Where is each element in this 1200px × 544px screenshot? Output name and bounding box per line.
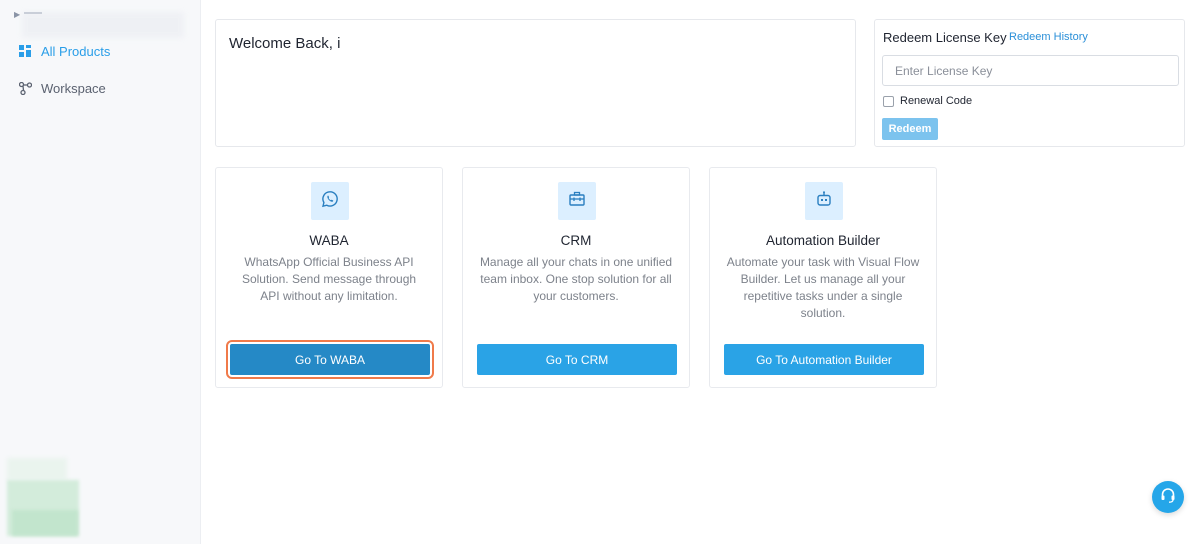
product-name: CRM — [560, 233, 592, 248]
go-to-automation-builder-button[interactable]: Go To Automation Builder — [724, 344, 924, 375]
license-key-input[interactable] — [882, 55, 1179, 86]
redeem-button[interactable]: Redeem — [882, 118, 938, 140]
sidebar: ▶ All Products Workspace — [0, 0, 201, 544]
redeem-history-link[interactable]: Redeem History — [1009, 31, 1088, 43]
support-chat-button[interactable] — [1152, 481, 1184, 513]
whatsapp-icon — [321, 190, 339, 213]
blurred-avatar — [12, 510, 78, 536]
product-card-automation-builder: Automation Builder Automate your task wi… — [709, 167, 937, 388]
product-card-crm: CRM Manage all your chats in one unified… — [462, 167, 690, 388]
product-icon-box — [558, 182, 596, 220]
product-description: WhatsApp Official Business API Solution.… — [241, 255, 417, 303]
robot-icon — [815, 190, 833, 213]
welcome-title: Welcome Back, i — [229, 35, 341, 52]
product-name: WABA — [309, 233, 349, 248]
nodes-icon — [18, 81, 32, 95]
sidebar-item-workspace[interactable]: Workspace — [18, 77, 106, 99]
blurred-header — [22, 12, 184, 38]
renewal-code-option[interactable]: Renewal Code — [883, 95, 972, 107]
blurred-avatar — [7, 458, 67, 480]
product-description: Automate your task with Visual Flow Buil… — [726, 255, 920, 320]
redeem-title: Redeem License Key — [883, 30, 1007, 45]
sidebar-item-all-products[interactable]: All Products — [18, 40, 110, 62]
caret-right-icon[interactable]: ▶ — [14, 10, 20, 19]
product-description: Manage all your chats in one unified tea… — [479, 255, 673, 303]
briefcase-icon — [568, 190, 586, 213]
renewal-code-checkbox[interactable] — [883, 95, 894, 107]
sidebar-item-label: Workspace — [41, 80, 106, 96]
grid-icon — [18, 44, 32, 58]
welcome-card: Welcome Back, i — [215, 19, 856, 147]
headset-icon — [1159, 486, 1177, 509]
product-icon-box — [311, 182, 349, 220]
renewal-code-label: Renewal Code — [900, 95, 973, 107]
redeem-card: Redeem License Key Redeem History Renewa… — [874, 19, 1185, 147]
sidebar-item-label: All Products — [41, 43, 111, 59]
product-card-waba: WABA WhatsApp Official Business API Solu… — [215, 167, 443, 388]
go-to-waba-button[interactable]: Go To WABA — [226, 340, 434, 379]
product-name: Automation Builder — [765, 233, 881, 248]
go-to-crm-button[interactable]: Go To CRM — [477, 344, 677, 375]
header-line — [24, 12, 42, 14]
product-icon-box — [805, 182, 843, 220]
